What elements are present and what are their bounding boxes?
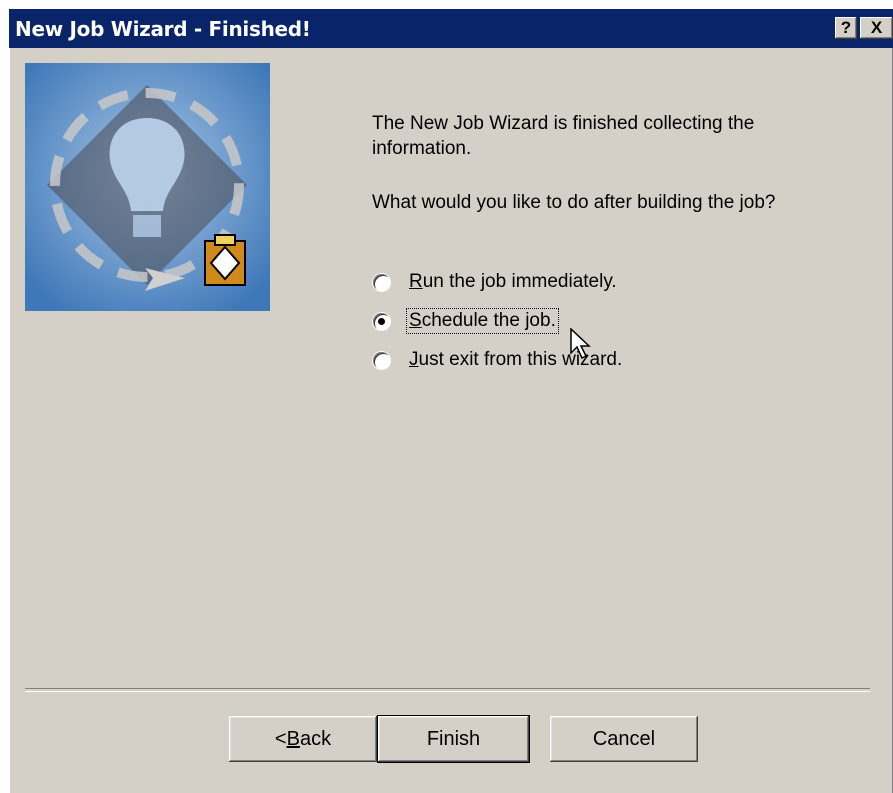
window-title: New Job Wizard - Finished! (15, 17, 311, 41)
cancel-button[interactable]: Cancel (550, 716, 698, 762)
finish-button[interactable]: Finish (378, 716, 529, 762)
radio-schedule[interactable] (373, 312, 390, 330)
option-schedule[interactable]: Schedule the job. (373, 306, 559, 336)
finished-message: The New Job Wizard is finished collectin… (372, 113, 755, 159)
close-button[interactable]: X (860, 17, 893, 39)
radio-exit-wizard[interactable] (373, 351, 390, 369)
clipboard-icon (204, 234, 246, 286)
lightbulb-wizard-banner-icon (25, 63, 270, 311)
back-button[interactable]: < Back (229, 716, 377, 762)
question-text: What would you like to do after building… (372, 192, 776, 213)
title-bar[interactable]: New Job Wizard - Finished! ? X (9, 9, 893, 48)
option-run-immediately-label[interactable]: Run the job immediately. (407, 270, 619, 294)
help-button[interactable]: ? (835, 17, 857, 39)
button-separator (25, 688, 870, 692)
mouse-pointer-icon (570, 328, 591, 360)
option-run-immediately[interactable]: Run the job immediately. (373, 267, 619, 297)
option-schedule-label[interactable]: Schedule the job. (406, 308, 559, 334)
wizard-banner-image (25, 63, 270, 311)
radio-run-immediately[interactable] (373, 273, 390, 291)
